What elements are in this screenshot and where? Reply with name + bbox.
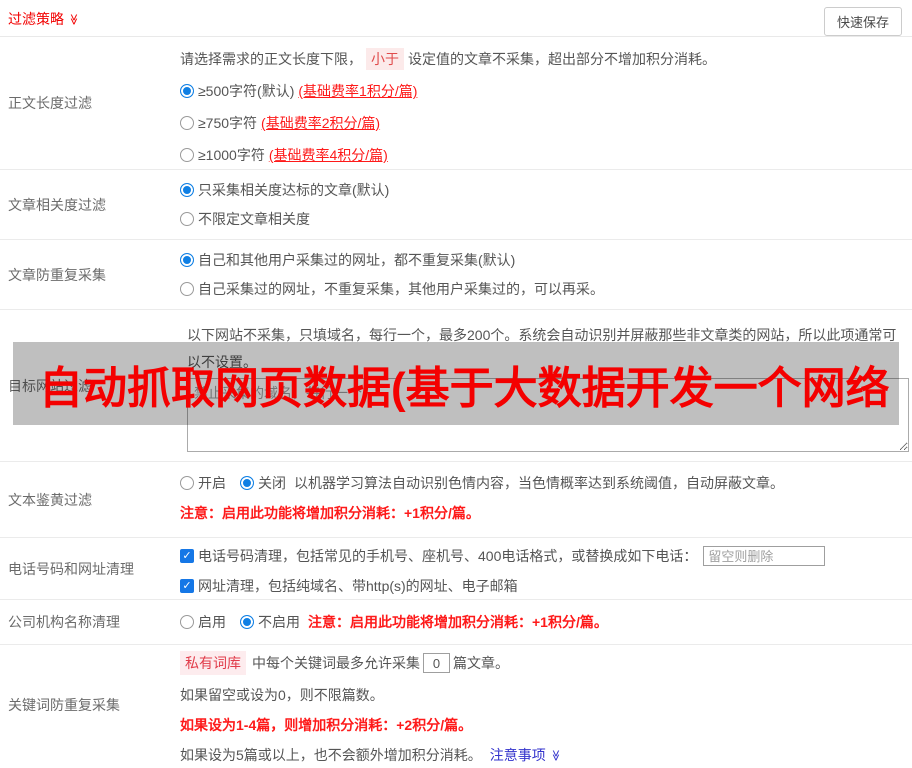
radio-selected-icon[interactable] (240, 476, 254, 490)
section-phone-url-cleaning: 电话号码和网址清理 ✓ 电话号码清理，包括常见的手机号、座机号、400电话格式，… (0, 538, 912, 600)
section-porn-filter: 文本鉴黄过滤 开启 关闭 以机器学习算法自动识别色情内容，当色情概率达到系统阈值… (0, 462, 912, 538)
section-company-name-cleaning: 公司机构名称清理 启用 不启用 注意：启用此功能将增加积分消耗：+1积分/篇。 (0, 600, 912, 645)
watermark-overlay: 自动抓取网页数据(基于大数据开发一个网络 (13, 342, 899, 425)
radio-label-off[interactable]: 关闭 (258, 473, 286, 493)
feature-description: 以机器学习算法自动识别色情内容，当色情概率达到系统阈值，自动屏蔽文章。 (294, 475, 784, 491)
radio-option-1000[interactable]: ≥1000字符 (基础费率4积分/篇) (180, 145, 912, 165)
radio-selected-icon[interactable] (180, 183, 194, 197)
section-keyword-anti-duplicate: 关键词防重复采集 私有词库 中每个关键词最多允许采集 篇文章。 如果留空或设为0… (0, 645, 912, 765)
radio-selected-icon[interactable] (240, 615, 254, 629)
hint-five-plus: 如果设为5篇或以上，也不会额外增加积分消耗。 (180, 747, 482, 763)
section-label: 电话号码和网址清理 (8, 560, 134, 577)
radio-label: ≥750字符 (198, 115, 258, 131)
section-text-length-filter: 正文长度过滤 请选择需求的正文长度下限， 小于 设定值的文章不采集，超出部分不增加积… (0, 37, 912, 170)
fee-note: (基础费率4积分/篇) (268, 147, 388, 163)
radio-unselected-icon[interactable] (180, 148, 194, 162)
checkbox-label-phone[interactable]: 电话号码清理，包括常见的手机号、座机号、400电话格式，或替换成如下电话： (198, 546, 697, 566)
checkbox-checked-icon[interactable]: ✓ (180, 549, 194, 563)
section-label: 文章防重复采集 (8, 266, 106, 283)
radio-unselected-icon[interactable] (180, 615, 194, 629)
section-label: 正文长度过滤 (8, 95, 92, 111)
limit-text: 中每个关键词最多允许采集 (252, 655, 420, 671)
cost-warning: 如果设为1-4篇，则增加积分消耗：+2积分/篇。 (180, 717, 473, 733)
radio-unselected-icon[interactable] (180, 212, 194, 226)
radio-selected-icon[interactable] (180, 253, 194, 267)
radio-label-on[interactable]: 开启 (198, 473, 226, 493)
radio-unselected-icon[interactable] (180, 282, 194, 296)
radio-label-disable[interactable]: 不启用 (258, 612, 300, 632)
radio-option-no-limit[interactable]: 不限定文章相关度 (180, 209, 912, 229)
section-anti-duplicate: 文章防重复采集 自己和其他用户采集过的网址，都不重复采集(默认) 自己采集过的网… (0, 240, 912, 310)
checkbox-checked-icon[interactable]: ✓ (180, 579, 194, 593)
section-label: 关键词防重复采集 (8, 697, 120, 713)
hint-zero: 如果留空或设为0，则不限篇数。 (180, 687, 384, 703)
chevron-down-icon: ≫ (549, 749, 562, 762)
radio-selected-icon[interactable] (180, 84, 194, 98)
radio-unselected-icon[interactable] (180, 116, 194, 130)
checkbox-label-url[interactable]: 网址清理，包括纯域名、带http(s)的网址、电子邮箱 (198, 576, 518, 596)
radio-label: 只采集相关度达标的文章(默认) (198, 182, 390, 198)
chevron-down-icon: ≫ (67, 13, 80, 26)
section-label: 文本鉴黄过滤 (8, 491, 92, 508)
page-title[interactable]: 过滤策略 ≫ (8, 9, 80, 29)
radio-option-self-only[interactable]: 自己采集过的网址，不重复采集，其他用户采集过的，可以再采。 (180, 279, 912, 299)
page-title-text: 过滤策略 (8, 11, 64, 27)
radio-option-500[interactable]: ≥500字符(默认) (基础费率1积分/篇) (180, 81, 912, 101)
page-header: 过滤策略 ≫ 快速保存 (0, 0, 912, 37)
cost-warning: 注意：启用此功能将增加积分消耗：+1积分/篇。 (308, 614, 608, 630)
radio-label: ≥500字符(默认) (198, 83, 295, 99)
cost-warning: 注意：启用此功能将增加积分消耗：+1积分/篇。 (180, 505, 480, 521)
radio-option-relevant-only[interactable]: 只采集相关度达标的文章(默认) (180, 180, 912, 200)
highlight-keyword: 小于 (366, 48, 404, 70)
fee-note: (基础费率1积分/篇) (298, 83, 418, 99)
fee-note: (基础费率2积分/篇) (261, 115, 381, 131)
radio-label: 自己和其他用户采集过的网址，都不重复采集(默认) (198, 252, 516, 268)
watermark-text: 自动抓取网页数据(基于大数据开发一个网络 (39, 363, 890, 413)
private-lexicon-badge: 私有词库 (180, 651, 246, 675)
radio-option-all-users[interactable]: 自己和其他用户采集过的网址，都不重复采集(默认) (180, 250, 912, 270)
radio-unselected-icon[interactable] (180, 476, 194, 490)
limit-text-suffix: 篇文章。 (453, 655, 509, 671)
intro-text: 请选择需求的正文长度下限， 小于 设定值的文章不采集，超出部分不增加积分消耗。 (180, 48, 912, 70)
radio-label: 自己采集过的网址，不重复采集，其他用户采集过的，可以再采。 (198, 281, 604, 297)
radio-label-enable[interactable]: 启用 (198, 612, 226, 632)
replacement-phone-input[interactable] (703, 546, 826, 566)
notes-link[interactable]: 注意事项 ≫ (490, 745, 562, 765)
radio-label: 不限定文章相关度 (198, 211, 310, 227)
radio-label: ≥1000字符 (198, 147, 265, 163)
radio-option-750[interactable]: ≥750字符 (基础费率2积分/篇) (180, 113, 912, 133)
filter-strategy-page: 过滤策略 ≫ 快速保存 正文长度过滤 请选择需求的正文长度下限， 小于 设定值的文章不… (0, 0, 912, 768)
max-articles-input[interactable] (423, 653, 450, 673)
quick-save-button[interactable]: 快速保存 (823, 7, 902, 36)
section-label: 公司机构名称清理 (8, 614, 120, 630)
section-relevance-filter: 文章相关度过滤 只采集相关度达标的文章(默认) 不限定文章相关度 (0, 170, 912, 240)
section-label: 文章相关度过滤 (8, 196, 106, 213)
